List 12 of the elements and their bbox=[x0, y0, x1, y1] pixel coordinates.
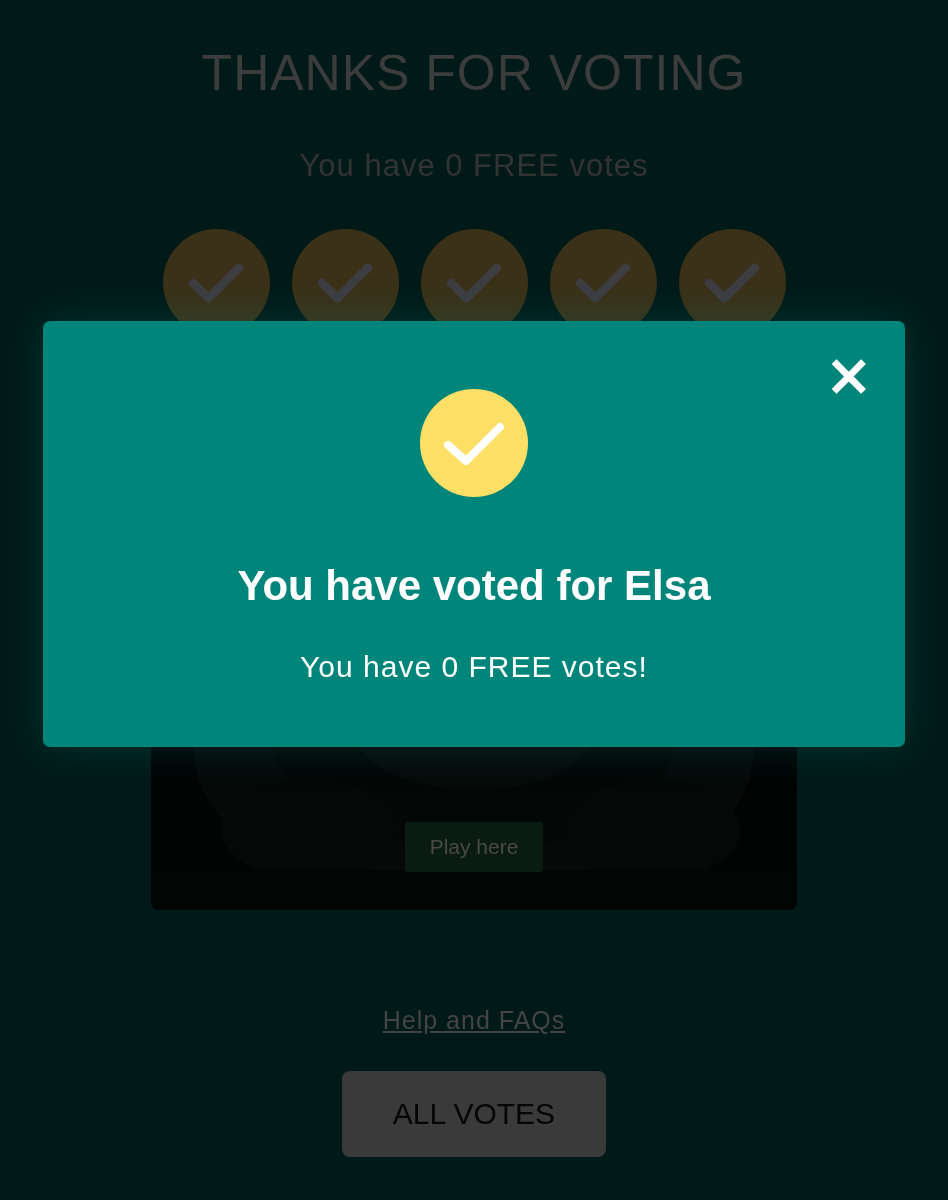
play-button[interactable]: Play here bbox=[405, 822, 543, 872]
check-circle-icon bbox=[420, 389, 528, 497]
check-icon bbox=[703, 261, 761, 304]
help-link[interactable]: Help and FAQs bbox=[382, 1006, 566, 1035]
dialog-title: You have voted for Elsa bbox=[237, 561, 711, 611]
dialog-message: You have 0 FREE votes! bbox=[300, 649, 648, 685]
check-icon bbox=[574, 261, 632, 304]
close-button[interactable]: × bbox=[824, 351, 873, 399]
check-icon bbox=[316, 261, 374, 304]
check-icon bbox=[445, 261, 503, 304]
check-icon bbox=[187, 261, 245, 304]
page-title: THANKS FOR VOTING bbox=[201, 44, 747, 102]
